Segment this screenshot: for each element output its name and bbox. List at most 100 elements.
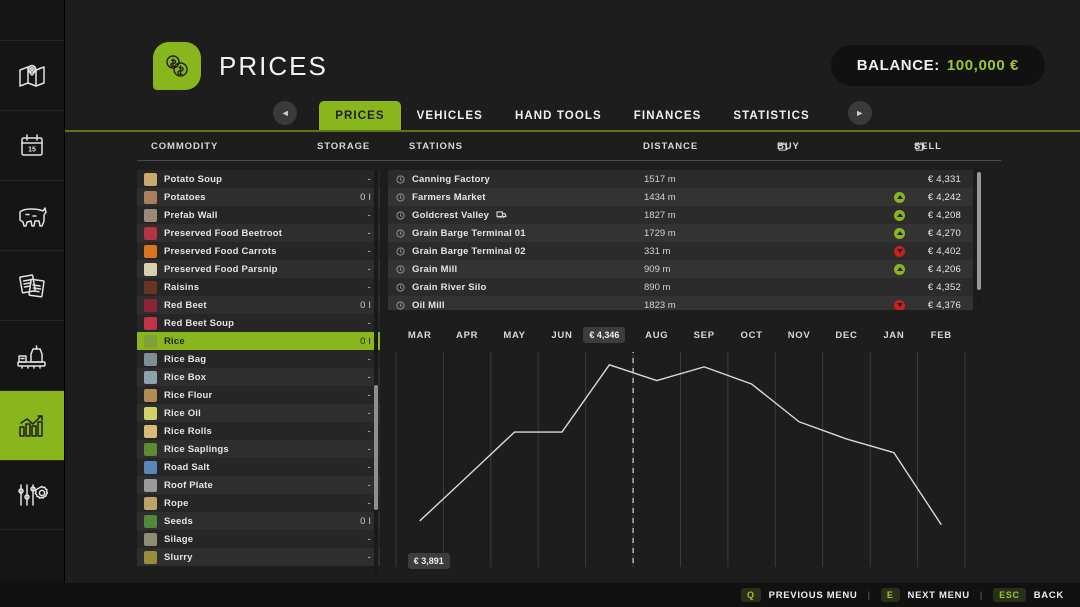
sidebar-item-map[interactable]	[0, 40, 64, 110]
station-row[interactable]: Farmers Market 1434 m € 4,242	[388, 188, 973, 206]
station-name: Canning Factory	[412, 173, 490, 185]
station-sell-price: € 4,206	[927, 263, 961, 275]
tab-prices[interactable]: PRICES	[319, 101, 401, 130]
main-sidebar: 15	[0, 0, 65, 607]
commodity-icon	[144, 298, 157, 312]
commodity-storage: -	[367, 389, 371, 401]
hint-back[interactable]: ESC BACK	[993, 588, 1064, 602]
hint-separator-2: |	[979, 589, 984, 601]
chart-month-label: JUN	[551, 330, 573, 341]
station-location-icon	[396, 210, 405, 220]
station-distance: 1434 m	[644, 191, 676, 203]
station-row[interactable]: Grain Mill 909 m € 4,206	[388, 260, 973, 278]
station-row[interactable]: Canning Factory 1517 m € 4,331	[388, 170, 973, 188]
price-up-icon	[894, 227, 905, 239]
hint-label-previous-menu: PREVIOUS MENU	[768, 589, 858, 601]
commodity-row[interactable]: Preserved Food Carrots -	[137, 242, 380, 260]
station-name: Oil Mill	[412, 299, 445, 311]
commodity-icon	[144, 226, 157, 240]
commodity-row[interactable]: Preserved Food Parsnip -	[137, 260, 380, 278]
commodity-row[interactable]: Seeds 0 l	[137, 512, 380, 530]
station-row[interactable]: Goldcrest Valley 1827 m € 4,208	[388, 206, 973, 224]
commodity-storage: 0 l	[360, 335, 371, 347]
station-location-icon	[396, 192, 405, 202]
column-header-commodity: COMMODITY	[151, 141, 219, 152]
hint-previous-menu[interactable]: Q PREVIOUS MENU	[740, 588, 858, 602]
commodity-row[interactable]: Preserved Food Beetroot -	[137, 224, 380, 242]
hint-next-menu[interactable]: E NEXT MENU	[880, 588, 970, 602]
commodity-row[interactable]: Rice Rolls -	[137, 422, 380, 440]
sidebar-item-prices[interactable]	[0, 390, 64, 460]
commodity-icon	[144, 352, 157, 366]
commodity-storage: -	[367, 479, 371, 491]
commodity-row[interactable]: Prefab Wall -	[137, 206, 380, 224]
sidebar-item-animals[interactable]	[0, 180, 64, 250]
tab-hand-tools[interactable]: HAND TOOLS	[499, 101, 618, 130]
commodity-storage: -	[367, 245, 371, 257]
commodity-name: Seeds	[164, 515, 193, 527]
commodity-storage: -	[367, 317, 371, 329]
commodity-row[interactable]: Road Salt -	[137, 458, 380, 476]
stations-list[interactable]: Canning Factory 1517 m € 4,331 Farmers Mark…	[388, 170, 973, 310]
commodity-name: Rice Flour	[164, 389, 213, 401]
commodity-name: Rice Oil	[164, 407, 201, 419]
tab-statistics[interactable]: STATISTICS	[717, 101, 825, 130]
stations-scrollbar-thumb[interactable]	[977, 172, 981, 290]
station-row[interactable]: Grain Barge Terminal 01 1729 m € 4,270	[388, 224, 973, 242]
chart-month-label: APR	[456, 330, 479, 341]
commodity-name: Slurry	[164, 551, 193, 563]
station-row[interactable]: Grain River Silo 890 m € 4,352	[388, 278, 973, 296]
tab-finances[interactable]: FINANCES	[618, 101, 718, 130]
commodity-storage: 0 l	[360, 515, 371, 527]
balance-badge: BALANCE: 100,000 €	[830, 45, 1045, 86]
stations-scrollbar[interactable]	[977, 172, 981, 308]
price-down-icon	[894, 245, 905, 257]
commodity-row[interactable]: Rope -	[137, 494, 380, 512]
balance-label: BALANCE:	[856, 57, 940, 74]
tabs-prev-arrow-icon[interactable]: ◄	[273, 101, 298, 125]
commodity-storage: -	[367, 551, 371, 563]
sidebar-item-contracts[interactable]	[0, 250, 64, 320]
commodity-list[interactable]: Potato Soup - Potatoes 0 l Prefab Wall - Prese…	[137, 170, 380, 575]
commodity-icon	[144, 334, 157, 348]
tab-vehicles[interactable]: VEHICLES	[401, 101, 499, 130]
column-header-buy-label: BUY	[777, 141, 800, 152]
train-icon	[496, 210, 507, 218]
commodity-row[interactable]: Red Beet 0 l	[137, 296, 380, 314]
commodity-icon	[144, 190, 157, 204]
commodity-row[interactable]: Rice Box -	[137, 368, 380, 386]
station-row[interactable]: Grain Barge Terminal 02 331 m € 4,402	[388, 242, 973, 260]
chart-month-label: DEC	[835, 330, 858, 341]
commodity-storage: -	[367, 353, 371, 365]
sidebar-item-calendar[interactable]: 15	[0, 110, 64, 180]
station-row[interactable]: Oil Mill 1823 m € 4,376	[388, 296, 973, 310]
commodity-row[interactable]: Rice 0 l	[137, 332, 380, 350]
commodity-row[interactable]: Silage -	[137, 530, 380, 548]
commodity-row[interactable]: Rice Oil -	[137, 404, 380, 422]
sidebar-item-settings[interactable]	[0, 460, 64, 530]
chart-month-label: MAY	[503, 330, 526, 341]
commodity-row[interactable]: Potatoes 0 l	[137, 188, 380, 206]
station-location-icon	[396, 174, 405, 184]
commodity-storage: -	[367, 173, 371, 185]
column-headers: COMMODITY STORAGE STATIONS DISTANCE BUY …	[137, 141, 1001, 161]
price-down-icon	[894, 299, 905, 310]
tabs-next-arrow-icon[interactable]: ►	[847, 101, 872, 125]
commodity-row[interactable]: Rice Saplings -	[137, 440, 380, 458]
commodity-row[interactable]: Rice Flour -	[137, 386, 380, 404]
chart-plot-area: € 3,891 € 4,346	[388, 326, 973, 575]
commodity-scrollbar[interactable]	[374, 170, 378, 575]
station-name: Farmers Market	[412, 191, 486, 203]
commodity-row[interactable]: Raisins -	[137, 278, 380, 296]
commodity-row[interactable]: Slurry -	[137, 548, 380, 566]
station-distance: 1517 m	[644, 173, 676, 185]
commodity-icon	[144, 172, 157, 186]
commodity-row[interactable]: Red Beet Soup -	[137, 314, 380, 332]
commodity-storage: -	[367, 461, 371, 473]
commodity-row[interactable]: Potato Soup -	[137, 170, 380, 188]
commodity-storage: -	[367, 263, 371, 275]
sidebar-item-production[interactable]	[0, 320, 64, 390]
commodity-row[interactable]: Rice Bag -	[137, 350, 380, 368]
commodity-row[interactable]: Roof Plate -	[137, 476, 380, 494]
commodity-scrollbar-thumb[interactable]	[374, 385, 378, 510]
